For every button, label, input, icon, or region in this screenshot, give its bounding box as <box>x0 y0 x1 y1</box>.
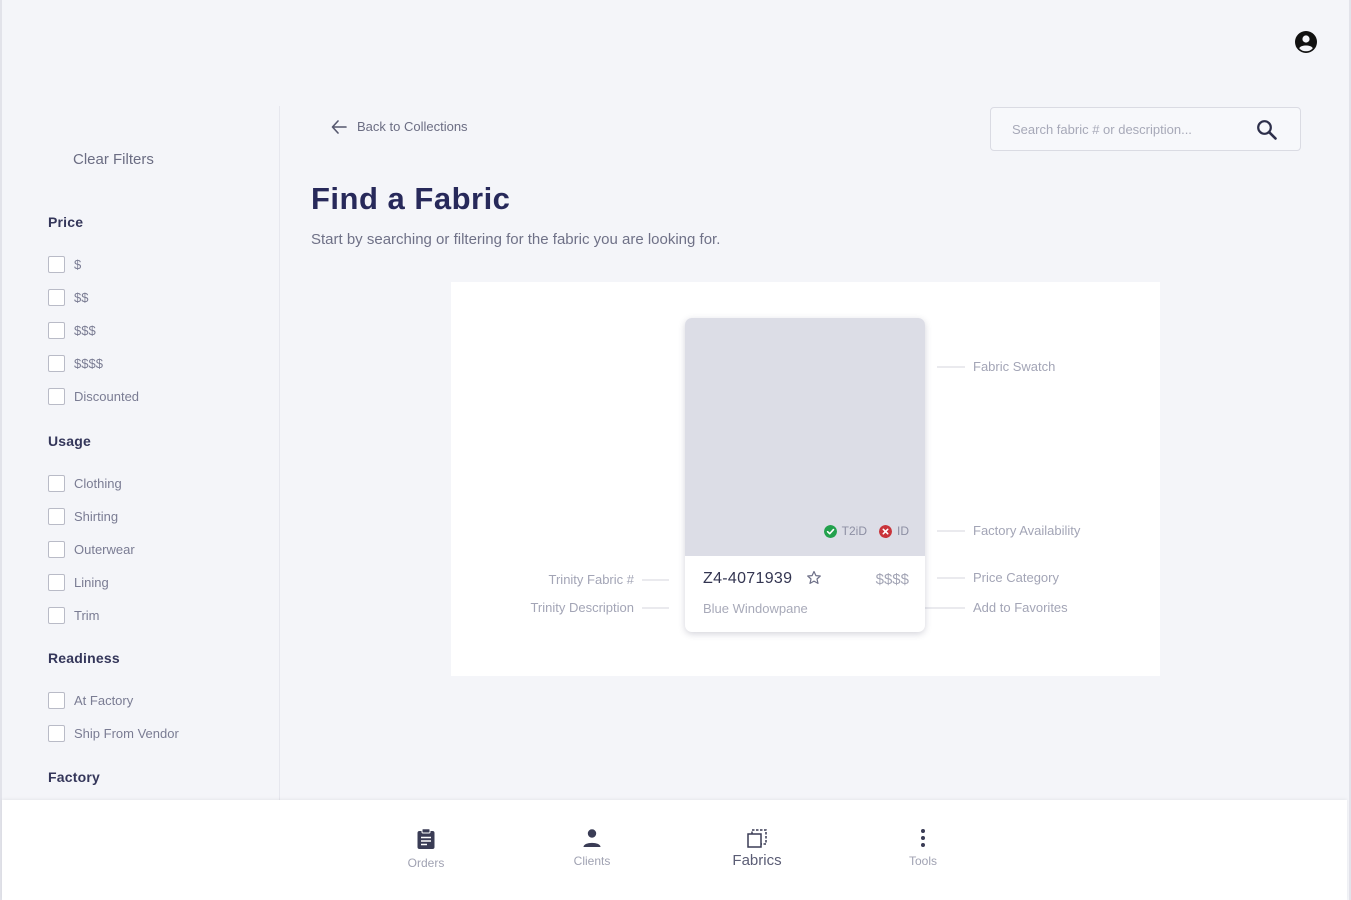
filter-group-price: Price $ $$ $$$ $$$$ Discounted <box>48 214 139 413</box>
filter-option-label: Clothing <box>74 476 122 491</box>
filter-group-usage: Usage Clothing Shirting Outerwear Lining… <box>48 433 135 632</box>
filter-option-ship-from-vendor[interactable]: Ship From Vendor <box>48 717 179 750</box>
filter-option-label: Ship From Vendor <box>74 726 179 741</box>
account-circle-icon[interactable] <box>1294 30 1318 54</box>
filter-option-label: $$ <box>74 290 89 305</box>
filter-option-price-2[interactable]: $$ <box>48 281 139 314</box>
clear-filters-button[interactable]: Clear Filters <box>73 151 154 168</box>
clipboard-icon <box>417 828 435 849</box>
fabric-swatch-icon <box>747 829 767 848</box>
checkbox[interactable] <box>48 289 65 306</box>
checkbox[interactable] <box>48 607 65 624</box>
x-circle-icon <box>879 524 892 538</box>
filter-title-factory: Factory <box>48 769 100 785</box>
availability-item: T2iD <box>823 524 867 538</box>
checkbox[interactable] <box>48 355 65 372</box>
fabric-number: Z4-4071939 <box>703 570 793 587</box>
checkbox[interactable] <box>48 322 65 339</box>
filter-option-label: Discounted <box>74 389 140 404</box>
availability-label: T2iD <box>841 524 867 538</box>
callout-fabric-swatch: Fabric Swatch <box>973 359 1056 374</box>
filter-option-price-3[interactable]: $$$ <box>48 314 139 347</box>
nav-label: Tools <box>908 854 937 868</box>
nav-fabrics[interactable]: Fabrics <box>712 828 802 869</box>
checkbox[interactable] <box>48 574 65 591</box>
bottom-navigation: Orders Clients Fabrics Tools <box>2 800 1347 900</box>
card-body: Z4-4071939 $$$$ Blue Windowpane <box>685 556 925 632</box>
person-icon <box>583 829 601 847</box>
callout-factory-availability: Factory Availability <box>973 523 1081 538</box>
filter-group-factory: Factory <box>48 769 100 800</box>
filter-option-at-factory[interactable]: At Factory <box>48 684 179 717</box>
nav-tools[interactable]: Tools <box>878 828 968 868</box>
filter-title-readiness: Readiness <box>48 650 120 666</box>
filter-option-label: $$$$ <box>74 356 103 371</box>
filter-sidebar: Clear Filters Price $ $$ $$$ $$$$ Discou… <box>2 106 280 800</box>
factory-availability: T2iD ID <box>812 524 909 538</box>
search-icon[interactable] <box>1256 119 1278 141</box>
arrow-left-icon <box>331 119 347 134</box>
nav-orders[interactable]: Orders <box>381 828 471 870</box>
checkbox[interactable] <box>48 692 65 709</box>
back-to-collections-link[interactable]: Back to Collections <box>331 119 468 134</box>
checkbox[interactable] <box>48 725 65 742</box>
check-circle-icon <box>823 524 837 538</box>
filter-option-label: $ <box>74 257 82 272</box>
fabric-card-legend: T2iD ID Z4-4071939 $$$$ Blue Windowpane … <box>451 282 1160 676</box>
nav-label: Clients <box>573 854 611 868</box>
filter-option-lining[interactable]: Lining <box>48 566 135 599</box>
filter-option-outerwear[interactable]: Outerwear <box>48 533 135 566</box>
filter-option-label: Lining <box>74 575 109 590</box>
filter-option-trim[interactable]: Trim <box>48 599 135 632</box>
nav-label: Fabrics <box>732 852 782 869</box>
filter-group-readiness: Readiness At Factory Ship From Vendor <box>48 650 179 750</box>
nav-label: Orders <box>407 856 445 870</box>
availability-item: ID <box>879 524 909 538</box>
page-subtitle: Start by searching or filtering for the … <box>311 231 721 248</box>
checkbox[interactable] <box>48 541 65 558</box>
search-box <box>990 107 1301 151</box>
callout-trinity-description: Trinity Description <box>530 600 634 615</box>
callout-add-to-favorites: Add to Favorites <box>973 600 1068 615</box>
checkbox[interactable] <box>48 508 65 525</box>
page-title: Find a Fabric <box>311 181 511 216</box>
filter-title-usage: Usage <box>48 433 92 449</box>
more-vertical-icon <box>921 829 925 847</box>
filter-option-label: $$$ <box>74 323 96 338</box>
filter-option-shirting[interactable]: Shirting <box>48 500 135 533</box>
back-link-label: Back to Collections <box>357 119 468 134</box>
availability-label: ID <box>897 524 909 538</box>
filter-option-label: Trim <box>74 608 100 623</box>
fabric-swatch: T2iD ID <box>685 318 925 556</box>
checkbox[interactable] <box>48 475 65 492</box>
filter-option-price-1[interactable]: $ <box>48 248 139 281</box>
filter-option-label: Shirting <box>74 509 119 524</box>
callout-price-category: Price Category <box>973 570 1059 585</box>
filter-option-clothing[interactable]: Clothing <box>48 467 135 500</box>
filter-option-label: Outerwear <box>74 542 135 557</box>
search-input[interactable] <box>1012 121 1250 137</box>
checkbox[interactable] <box>48 388 65 405</box>
sample-fabric-card: T2iD ID Z4-4071939 $$$$ Blue Windowpane <box>685 318 925 632</box>
filter-title-price: Price <box>48 214 84 230</box>
checkbox[interactable] <box>48 256 65 273</box>
filter-option-price-4[interactable]: $$$$ <box>48 347 139 380</box>
star-outline-icon[interactable] <box>806 570 822 586</box>
price-category: $$$$ <box>875 571 909 588</box>
fabric-description: Blue Windowpane <box>703 601 808 616</box>
filter-option-discounted[interactable]: Discounted <box>48 380 139 413</box>
callout-trinity-fabric-number: Trinity Fabric # <box>548 572 634 587</box>
filter-option-label: At Factory <box>74 693 134 708</box>
nav-clients[interactable]: Clients <box>547 828 637 868</box>
